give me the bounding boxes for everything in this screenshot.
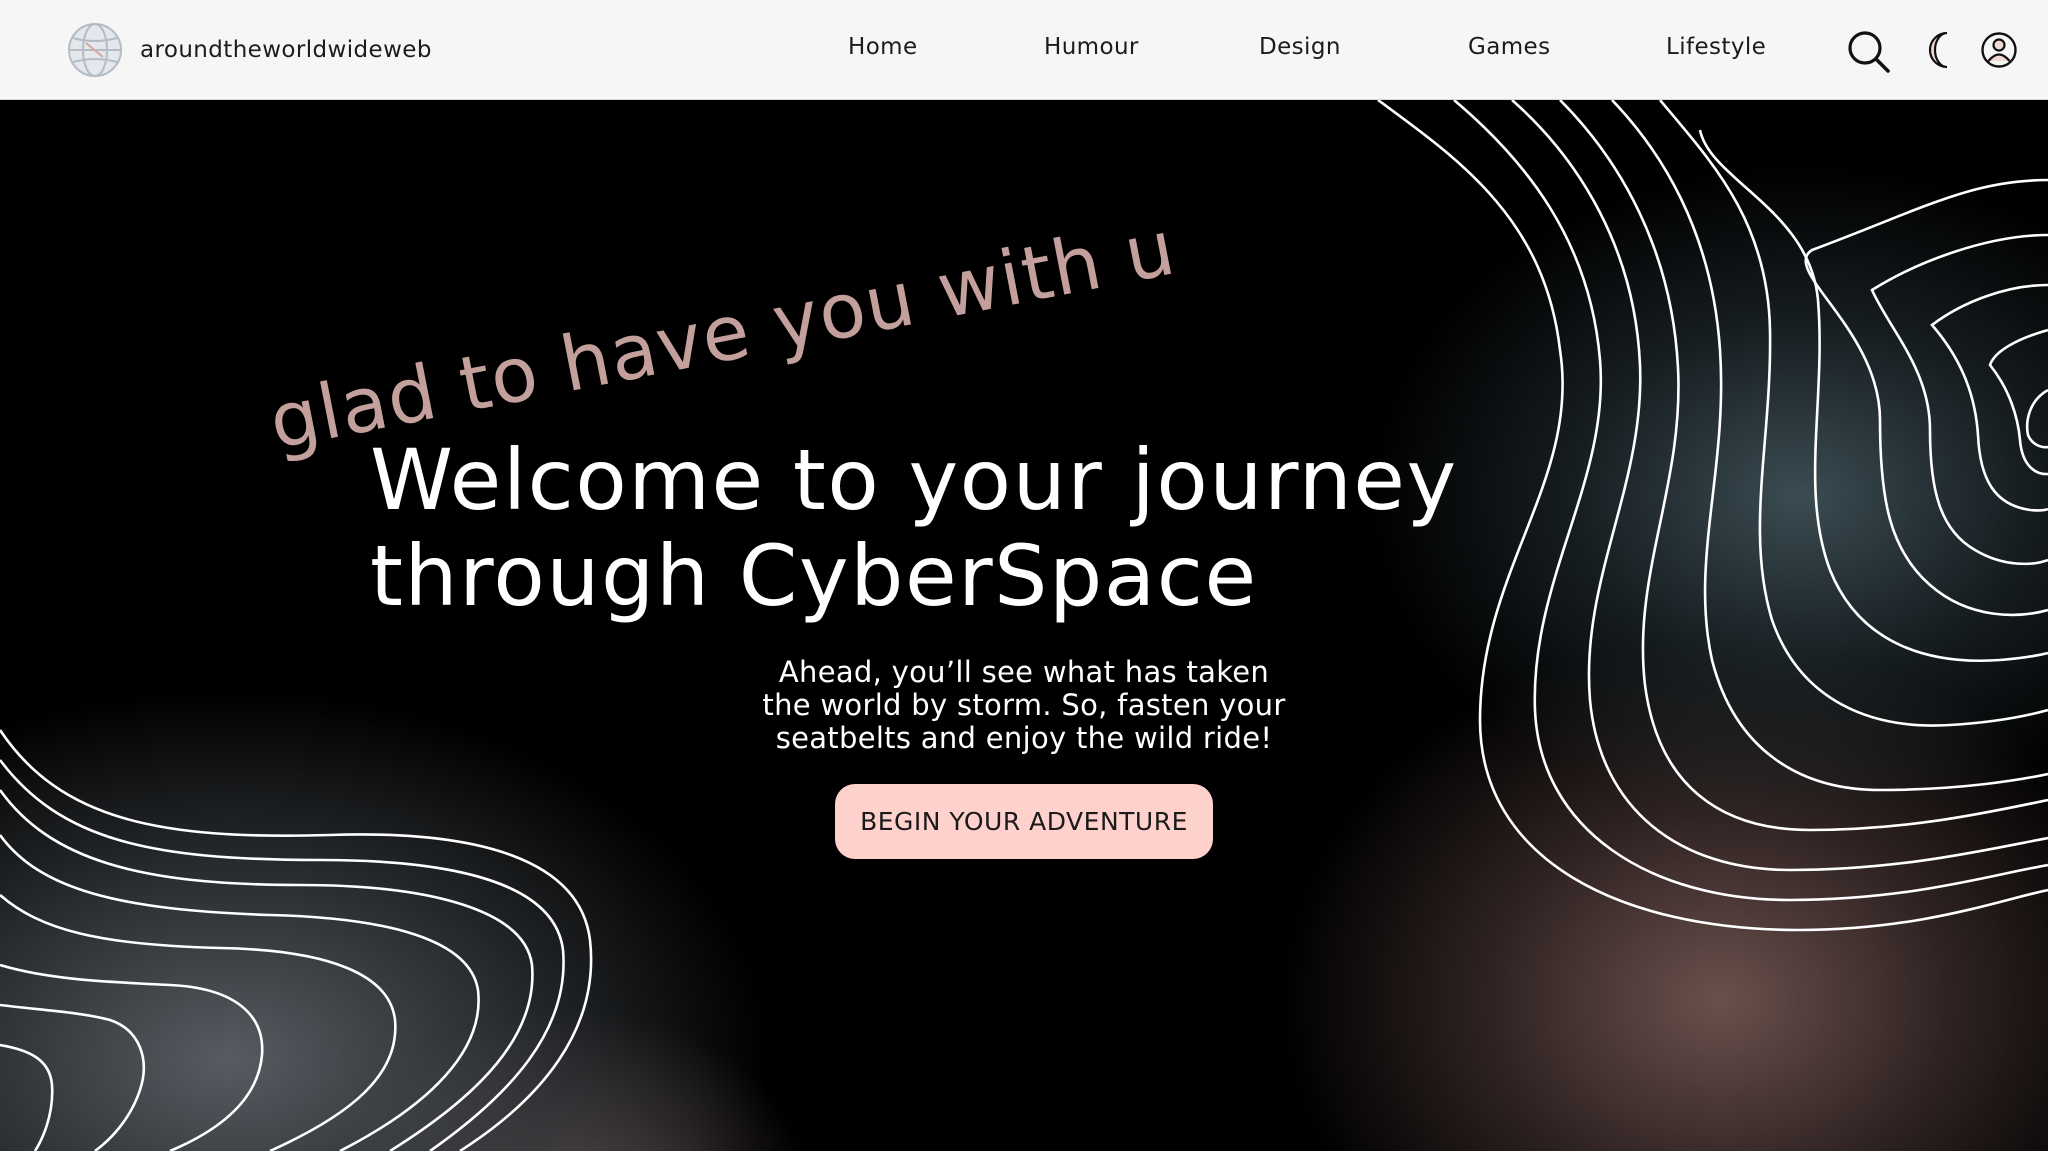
nav-games[interactable]: Games (1468, 34, 1550, 60)
begin-adventure-button[interactable]: BEGIN YOUR ADVENTURE (835, 784, 1213, 859)
moon-icon[interactable] (1920, 30, 1956, 70)
nav-humour[interactable]: Humour (1044, 34, 1139, 60)
globe-icon (68, 23, 122, 77)
nav-home[interactable]: Home (848, 34, 918, 60)
hero-title: Welcome to your journey through CyberSpa… (370, 431, 1458, 625)
hero-section: glad to have you with us Welcome to your… (0, 100, 2048, 1151)
hero-description: Ahead, you’ll see what has taken the wor… (762, 655, 1286, 755)
user-icon[interactable] (1980, 31, 2018, 69)
brand-name: aroundtheworldwideweb (140, 37, 432, 63)
tagline-curved: glad to have you with us (0, 100, 1182, 467)
hero-tagline: glad to have you with us (0, 100, 1182, 467)
nav-design[interactable]: Design (1259, 34, 1341, 60)
search-icon[interactable] (1847, 30, 1891, 74)
brand-link[interactable]: aroundtheworldwideweb (66, 21, 432, 79)
nav-lifestyle[interactable]: Lifestyle (1666, 34, 1766, 60)
top-navbar: aroundtheworldwideweb Home Humour Design… (0, 0, 2048, 100)
